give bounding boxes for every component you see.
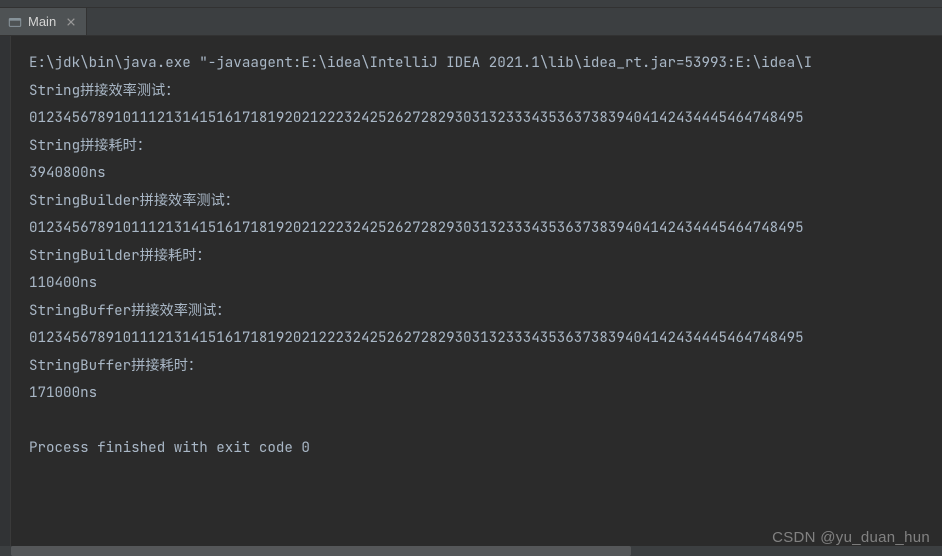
- console-line: StringBuilder拼接效率测试：: [29, 188, 942, 216]
- console-line: E:\jdk\bin\java.exe "-javaagent:E:\idea\…: [29, 50, 942, 78]
- horizontal-scrollbar[interactable]: [0, 546, 942, 556]
- close-icon[interactable]: [64, 15, 78, 29]
- console-output[interactable]: E:\jdk\bin\java.exe "-javaagent:E:\idea\…: [11, 36, 942, 556]
- console-line: String拼接耗时：: [29, 133, 942, 161]
- console-line: 0123456789101112131415161718192021222324…: [29, 325, 942, 353]
- watermark: CSDN @yu_duan_hun: [772, 529, 930, 546]
- tab-main[interactable]: Main: [0, 8, 87, 35]
- console-line: 0123456789101112131415161718192021222324…: [29, 105, 942, 133]
- console-line: 110400ns: [29, 270, 942, 298]
- console-line: StringBuffer拼接效率测试：: [29, 298, 942, 326]
- top-strip: [0, 0, 942, 8]
- console-line: String拼接效率测试：: [29, 78, 942, 106]
- run-config-icon: [8, 15, 22, 29]
- console-line: Process finished with exit code 0: [29, 435, 942, 463]
- gutter: [0, 36, 11, 556]
- console-line: [29, 408, 942, 436]
- tab-bar: Main: [0, 8, 942, 36]
- console-line: 0123456789101112131415161718192021222324…: [29, 215, 942, 243]
- scrollbar-thumb[interactable]: [11, 546, 631, 556]
- console-line: 3940800ns: [29, 160, 942, 188]
- console-line: 171000ns: [29, 380, 942, 408]
- console-line: StringBuilder拼接耗时：: [29, 243, 942, 271]
- console-line: StringBuffer拼接耗时：: [29, 353, 942, 381]
- tab-label: Main: [28, 14, 56, 29]
